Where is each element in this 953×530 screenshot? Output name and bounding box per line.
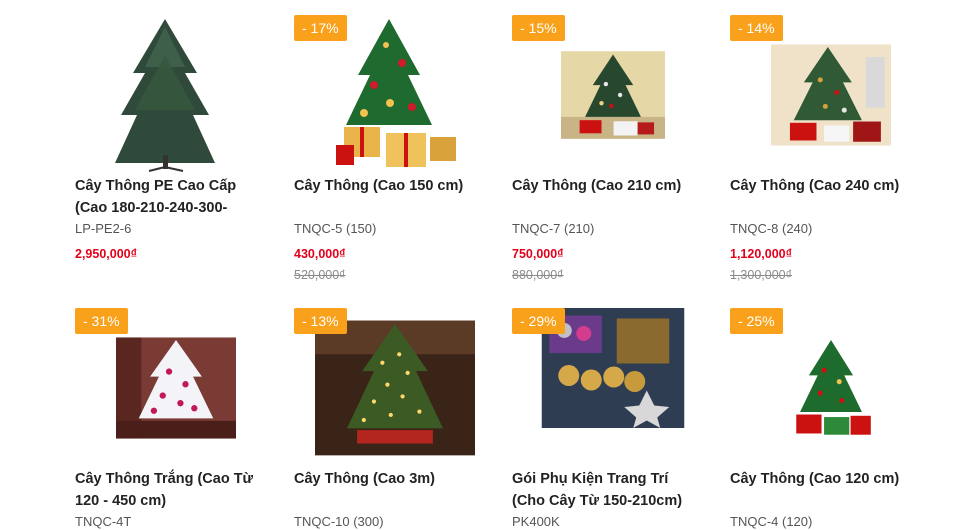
product-old-price: 520,000₫ bbox=[294, 268, 346, 282]
product-code: TNQC-10 (300) bbox=[294, 514, 384, 529]
product-title[interactable]: Cây Thông (Cao 240 cm) bbox=[730, 175, 920, 219]
discount-badge: - 15% bbox=[512, 15, 565, 41]
product-title[interactable]: Cây Thông (Cao 150 cm) bbox=[294, 175, 484, 219]
product-old-price: 1,300,000₫ bbox=[730, 268, 793, 282]
discount-badge: - 14% bbox=[730, 15, 783, 41]
product-title[interactable]: Cây Thông (Cao 3m) bbox=[294, 468, 484, 512]
product-card[interactable]: - 29% Gói Phụ Kiện Trang Trí (Cho Cây Từ… bbox=[512, 308, 702, 530]
product-price: 430,000₫ bbox=[294, 247, 346, 261]
white-tree-image bbox=[116, 337, 236, 439]
product-card[interactable]: - 31% Cây Thông Trắng (Cao Từ 120 - 450 … bbox=[75, 308, 265, 530]
product-price: 750,000₫ bbox=[512, 247, 564, 261]
discount-badge: - 29% bbox=[512, 308, 565, 334]
decorated-tree-room-image bbox=[561, 51, 665, 139]
product-title[interactable]: Gói Phụ Kiện Trang Trí (Cho Cây Từ 150-2… bbox=[512, 468, 702, 512]
product-title[interactable]: Cây Thông Trắng (Cao Từ 120 - 450 cm) bbox=[75, 468, 265, 512]
product-old-price: 880,000₫ bbox=[512, 268, 564, 282]
product-title[interactable]: Cây Thông PE Cao Cấp (Cao 180-210-240-30… bbox=[75, 175, 265, 219]
product-code: TNQC-4T bbox=[75, 514, 132, 529]
product-title[interactable]: Cây Thông (Cao 120 cm) bbox=[730, 468, 920, 512]
pine-tree-image bbox=[75, 15, 265, 175]
discount-badge: - 17% bbox=[294, 15, 347, 41]
product-card[interactable]: - 17% Cây Thông (Cao 150 cm) TNQC-5 (150… bbox=[294, 15, 484, 287]
product-title[interactable]: Cây Thông (Cao 210 cm) bbox=[512, 175, 702, 219]
product-card[interactable]: - 15% Cây Thông (Cao 210 cm) TNQC-7 (210… bbox=[512, 15, 702, 287]
product-price: 1,120,000₫ bbox=[730, 247, 793, 261]
product-card[interactable]: Cây Thông PE Cao Cấp (Cao 180-210-240-30… bbox=[75, 15, 265, 265]
product-code: PK400K bbox=[512, 514, 560, 529]
product-price: 2,950,000₫ bbox=[75, 247, 138, 261]
product-image[interactable] bbox=[75, 15, 265, 175]
product-card[interactable]: - 14% Cây Thông (Cao 240 cm) TNQC-8 (240… bbox=[730, 15, 920, 287]
discount-badge: - 31% bbox=[75, 308, 128, 334]
product-card[interactable]: - 25% Cây Thông (Cao 120 cm) TNQC-4 (120… bbox=[730, 308, 920, 530]
small-decorated-tree-image bbox=[771, 337, 891, 439]
decorated-tree-living-room-image bbox=[771, 44, 891, 146]
product-code: TNQC-4 (120) bbox=[730, 514, 813, 529]
product-code: TNQC-7 (210) bbox=[512, 221, 595, 236]
product-code: LP-PE2-6 bbox=[75, 221, 132, 236]
discount-badge: - 13% bbox=[294, 308, 347, 334]
discount-badge: - 25% bbox=[730, 308, 783, 334]
product-code: TNQC-8 (240) bbox=[730, 221, 813, 236]
product-code: TNQC-5 (150) bbox=[294, 221, 377, 236]
product-grid: Cây Thông PE Cao Cấp (Cao 180-210-240-30… bbox=[0, 0, 953, 530]
product-card[interactable]: - 13% Cây Thông (Cao 3m) TNQC-10 (300) bbox=[294, 308, 484, 530]
